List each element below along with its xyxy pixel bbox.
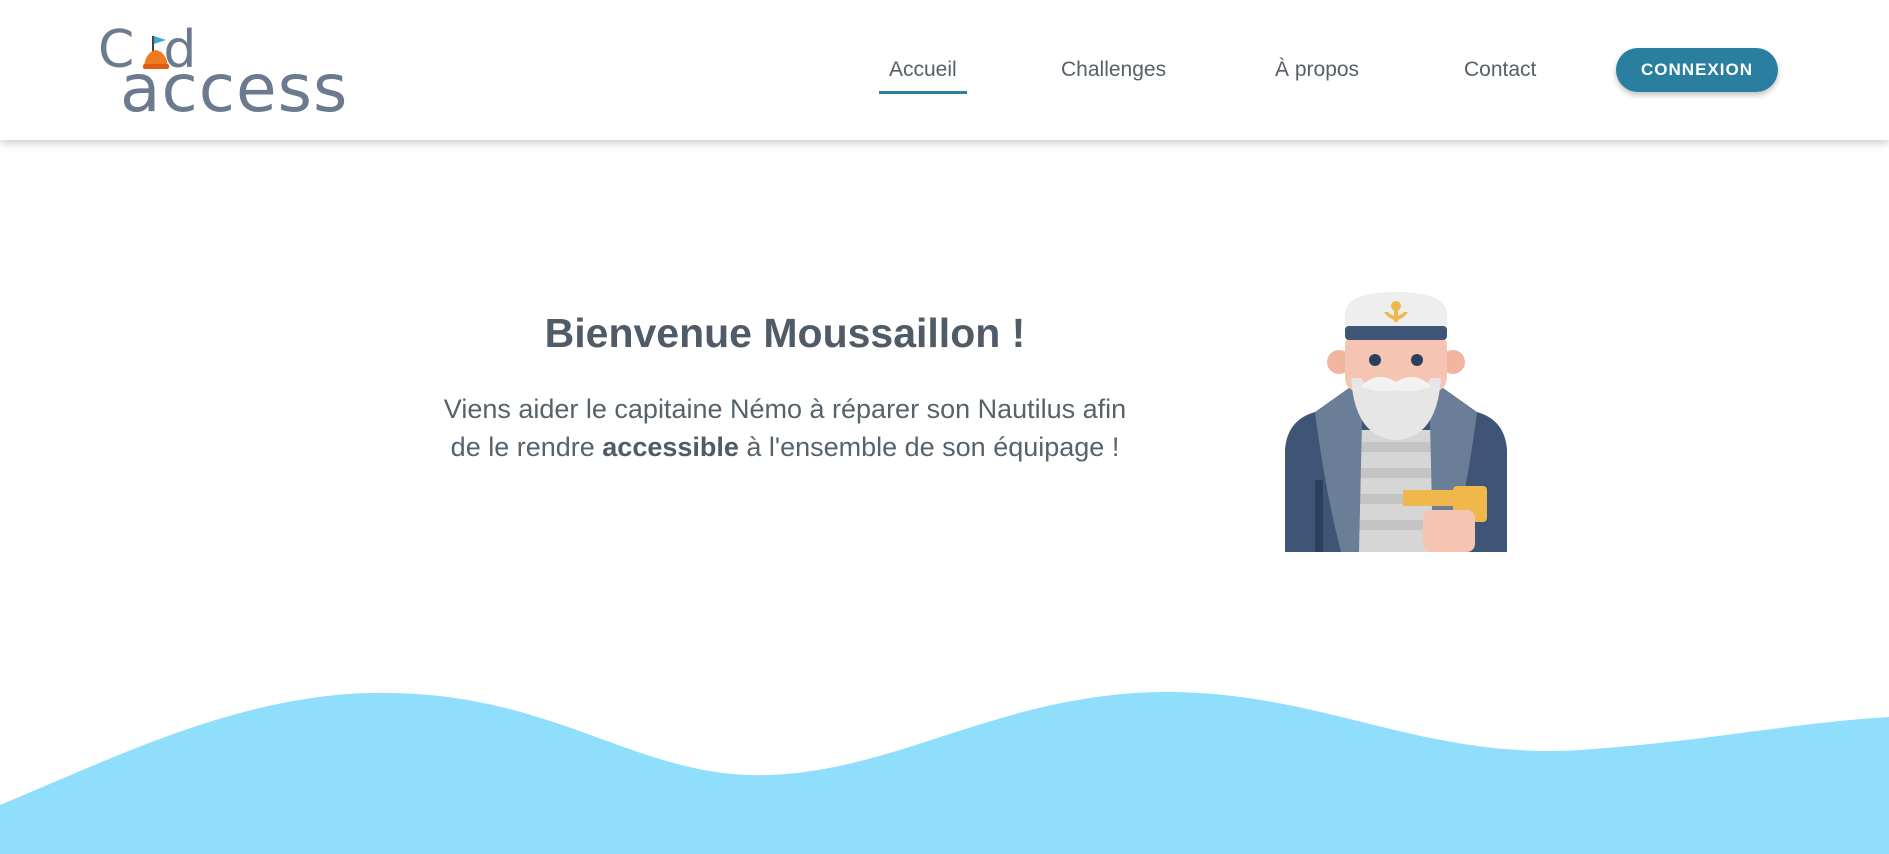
- nav-a-propos[interactable]: À propos: [1275, 56, 1359, 84]
- nav-accueil[interactable]: Accueil: [879, 56, 967, 94]
- hero-title: Bienvenue Moussaillon !: [544, 310, 1026, 356]
- hero-text: Viens aider le capitaine Némo à réparer …: [440, 390, 1130, 466]
- logo-text-bottom: access: [120, 50, 349, 127]
- nav-challenges[interactable]: Challenges: [1061, 56, 1166, 84]
- nav-contact[interactable]: Contact: [1464, 56, 1536, 84]
- captain-nemo-illustration: [1285, 292, 1507, 552]
- connexion-button[interactable]: CONNEXION: [1616, 48, 1778, 92]
- hero-text-bold: accessible: [602, 432, 739, 462]
- codaccess-logo[interactable]: Cd access: [98, 22, 347, 124]
- hero-text-part2: à l'ensemble de son équipage !: [738, 432, 1120, 462]
- site-header: Cd access Accueil Challenges À propos Co…: [0, 0, 1889, 140]
- sea-wave: [0, 691, 1889, 854]
